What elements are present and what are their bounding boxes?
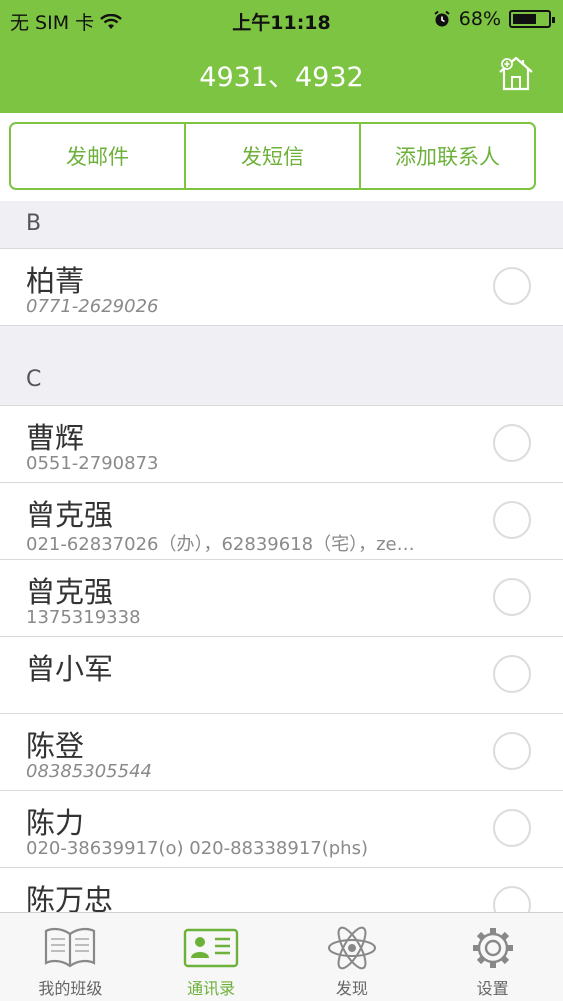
contact-row[interactable]: 柏菁 0771-2629026 xyxy=(0,249,563,326)
select-radio[interactable] xyxy=(493,732,531,770)
contact-phone: 0551-2790873 xyxy=(26,453,159,474)
contact-name: 曾小军 xyxy=(26,652,114,686)
tab-settings[interactable]: 设置 xyxy=(422,913,563,1001)
contact-row[interactable]: 曾小军 xyxy=(0,637,563,714)
contact-name: 曹辉 xyxy=(26,421,85,455)
contact-name: 柏菁 xyxy=(26,264,85,298)
book-icon xyxy=(45,927,96,968)
section-header: B xyxy=(0,201,563,249)
battery-level xyxy=(513,14,536,24)
tab-discover[interactable]: 发现 xyxy=(282,913,423,1001)
send-sms-button[interactable]: 发短信 xyxy=(186,124,361,188)
home-icon[interactable] xyxy=(497,54,535,92)
section-header: C xyxy=(0,360,563,406)
select-radio[interactable] xyxy=(493,809,531,847)
select-radio[interactable] xyxy=(493,578,531,616)
action-bar: 发邮件 发短信 添加联系人 xyxy=(9,122,536,190)
contact-list: B 柏菁 0771-2629026 C 曹辉 0551-2790873 曾克强 … xyxy=(0,201,563,945)
contact-phone: 020-38639917(o) 020-88338917(phs) xyxy=(26,838,368,859)
select-radio[interactable] xyxy=(493,267,531,305)
contact-name: 曾克强 xyxy=(26,575,114,609)
page-title: 4931、4932 xyxy=(199,62,364,93)
contact-row[interactable]: 陈登 08385305544 xyxy=(0,714,563,791)
tab-label: 发现 xyxy=(335,979,368,998)
contact-row[interactable]: 曹辉 0551-2790873 xyxy=(0,406,563,483)
contact-phone: 1375319338 xyxy=(26,607,141,628)
contact-row[interactable]: 曾克强 021-62837026（办），62839618（宅），ze… xyxy=(0,483,563,560)
select-radio[interactable] xyxy=(493,655,531,693)
send-email-button[interactable]: 发邮件 xyxy=(11,124,186,188)
tab-bar: 我的班级 通讯录 发现 设置 xyxy=(0,912,563,1001)
add-contact-button[interactable]: 添加联系人 xyxy=(361,124,534,188)
gear-icon xyxy=(472,928,513,968)
tab-contacts[interactable]: 通讯录 xyxy=(141,913,282,1001)
contact-name: 陈力 xyxy=(26,806,85,840)
section-spacer xyxy=(0,326,563,360)
contact-name: 陈登 xyxy=(26,729,85,763)
alarm-icon xyxy=(434,10,450,27)
tab-label: 设置 xyxy=(476,979,509,998)
tab-my-class[interactable]: 我的班级 xyxy=(0,913,141,1001)
tab-label: 通讯录 xyxy=(187,979,236,998)
battery-icon xyxy=(509,10,555,28)
status-bar: 无 SIM 卡 上午11:18 68% xyxy=(0,0,563,38)
contact-row[interactable]: 陈力 020-38639917(o) 020-88338917(phs) xyxy=(0,791,563,868)
contact-name: 曾克强 xyxy=(26,498,114,532)
select-radio[interactable] xyxy=(493,501,531,539)
contact-card-icon xyxy=(183,928,239,968)
contact-phone: 0771-2629026 xyxy=(26,296,159,317)
contact-row[interactable]: 曾克强 1375319338 xyxy=(0,560,563,637)
contact-phone: 08385305544 xyxy=(26,761,152,782)
atom-icon xyxy=(327,926,376,970)
navigation-header: 无 SIM 卡 上午11:18 68% 4931、4932 xyxy=(0,0,563,113)
select-radio[interactable] xyxy=(493,424,531,462)
battery-percent: 68% xyxy=(458,8,501,30)
tab-label: 我的班级 xyxy=(38,979,103,998)
contact-phone: 021-62837026（办），62839618（宅），ze… xyxy=(26,534,415,555)
